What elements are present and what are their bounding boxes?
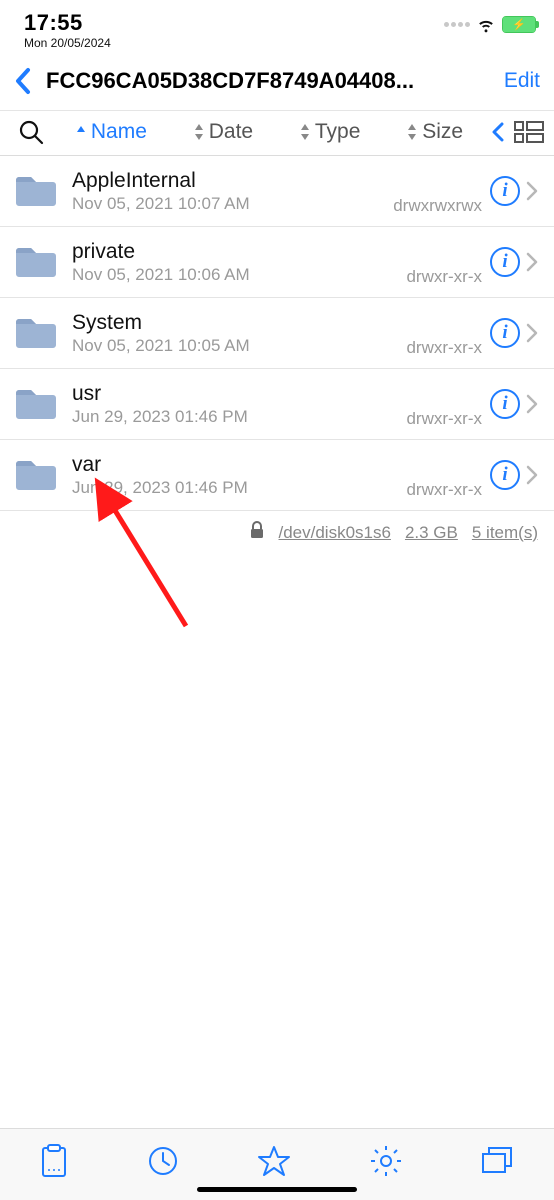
file-permissions: drwxrwxrwx <box>393 196 490 218</box>
sort-by-name[interactable]: Name <box>75 120 147 144</box>
file-date: Jun 29, 2023 01:46 PM <box>72 478 406 498</box>
file-permissions: drwxr-xr-x <box>406 338 490 360</box>
file-row[interactable]: varJun 29, 2023 01:46 PMdrwxr-xr-xi <box>0 440 554 511</box>
file-date: Nov 05, 2021 10:06 AM <box>72 265 406 285</box>
back-button[interactable] <box>6 66 42 96</box>
sort-columns: Name Date Type Size <box>48 120 490 144</box>
search-icon <box>18 119 44 145</box>
info-button[interactable]: i <box>490 318 520 348</box>
file-date: Nov 05, 2021 10:07 AM <box>72 194 393 214</box>
file-row-main: AppleInternalNov 05, 2021 10:07 AM <box>58 168 393 214</box>
folder-icon <box>14 387 58 421</box>
sort-date-label: Date <box>209 120 253 144</box>
file-row[interactable]: usrJun 29, 2023 01:46 PMdrwxr-xr-xi <box>0 369 554 440</box>
sort-bar: Name Date Type Size <box>0 111 554 156</box>
charging-icon: ⚡ <box>512 18 526 31</box>
file-permissions: drwxr-xr-x <box>406 267 490 289</box>
status-time: 17:55 <box>24 10 111 36</box>
sort-by-date[interactable]: Date <box>193 120 253 144</box>
file-name: private <box>72 239 406 265</box>
sort-icon <box>299 123 311 141</box>
gear-icon[interactable] <box>369 1144 403 1178</box>
disk-path[interactable]: /dev/disk0s1s6 <box>279 523 391 543</box>
clipboard-icon[interactable] <box>39 1144 69 1178</box>
info-button[interactable]: i <box>490 247 520 277</box>
file-row[interactable]: SystemNov 05, 2021 10:05 AMdrwxr-xr-xi <box>0 298 554 369</box>
home-indicator[interactable] <box>197 1187 357 1192</box>
status-indicators: ⚡ <box>444 10 536 34</box>
sort-name-label: Name <box>91 120 147 144</box>
chevron-right-icon <box>525 322 539 344</box>
recent-icon[interactable] <box>147 1145 179 1177</box>
file-permissions: drwxr-xr-x <box>406 409 490 431</box>
cellular-icon <box>444 22 470 27</box>
view-controls <box>490 120 544 144</box>
file-row-main: SystemNov 05, 2021 10:05 AM <box>58 310 406 356</box>
chevron-right-icon <box>525 251 539 273</box>
grid-view-icon[interactable] <box>514 120 544 144</box>
file-row-main: privateNov 05, 2021 10:06 AM <box>58 239 406 285</box>
file-date: Nov 05, 2021 10:05 AM <box>72 336 406 356</box>
edit-button[interactable]: Edit <box>496 69 540 93</box>
disclosure-button[interactable] <box>520 180 544 202</box>
star-icon[interactable] <box>257 1144 291 1178</box>
file-name: System <box>72 310 406 336</box>
battery-icon: ⚡ <box>502 16 536 33</box>
sort-icon <box>406 123 418 141</box>
status-date: Mon 20/05/2024 <box>24 36 111 50</box>
sort-icon <box>193 123 205 141</box>
file-list: AppleInternalNov 05, 2021 10:07 AMdrwxrw… <box>0 156 554 511</box>
chevron-right-icon <box>525 180 539 202</box>
chevron-right-icon <box>525 393 539 415</box>
file-name: var <box>72 452 406 478</box>
disclosure-button[interactable] <box>520 322 544 344</box>
status-bar: 17:55 Mon 20/05/2024 ⚡ <box>0 0 554 56</box>
file-permissions: drwxr-xr-x <box>406 480 490 502</box>
info-button[interactable]: i <box>490 460 520 490</box>
chevron-right-icon <box>525 464 539 486</box>
file-row-main: varJun 29, 2023 01:46 PM <box>58 452 406 498</box>
wifi-icon <box>476 14 496 34</box>
lock-icon <box>249 521 265 544</box>
disk-status-bar: /dev/disk0s1s6 2.3 GB 5 item(s) <box>0 511 554 554</box>
sort-asc-icon <box>75 124 87 140</box>
page-title: FCC96CA05D38CD7F8749A04408... <box>42 68 496 94</box>
file-name: AppleInternal <box>72 168 393 194</box>
disclosure-button[interactable] <box>520 464 544 486</box>
navigation-bar: FCC96CA05D38CD7F8749A04408... Edit <box>0 56 554 111</box>
sort-type-label: Type <box>315 120 361 144</box>
file-name: usr <box>72 381 406 407</box>
disclosure-button[interactable] <box>520 393 544 415</box>
sort-by-type[interactable]: Type <box>299 120 361 144</box>
disk-size[interactable]: 2.3 GB <box>405 523 458 543</box>
folder-icon <box>14 245 58 279</box>
folder-icon <box>14 174 58 208</box>
file-row-main: usrJun 29, 2023 01:46 PM <box>58 381 406 427</box>
folder-icon <box>14 458 58 492</box>
file-date: Jun 29, 2023 01:46 PM <box>72 407 406 427</box>
item-count[interactable]: 5 item(s) <box>472 523 538 543</box>
sort-size-label: Size <box>422 120 463 144</box>
search-button[interactable] <box>14 119 48 145</box>
file-row[interactable]: AppleInternalNov 05, 2021 10:07 AMdrwxrw… <box>0 156 554 227</box>
disclosure-button[interactable] <box>520 251 544 273</box>
windows-icon[interactable] <box>481 1146 515 1176</box>
info-button[interactable]: i <box>490 389 520 419</box>
sort-by-size[interactable]: Size <box>406 120 463 144</box>
folder-icon <box>14 316 58 350</box>
status-time-block: 17:55 Mon 20/05/2024 <box>24 10 111 50</box>
info-button[interactable]: i <box>490 176 520 206</box>
chevron-left-icon[interactable] <box>490 120 506 144</box>
chevron-left-icon <box>14 66 34 96</box>
file-row[interactable]: privateNov 05, 2021 10:06 AMdrwxr-xr-xi <box>0 227 554 298</box>
